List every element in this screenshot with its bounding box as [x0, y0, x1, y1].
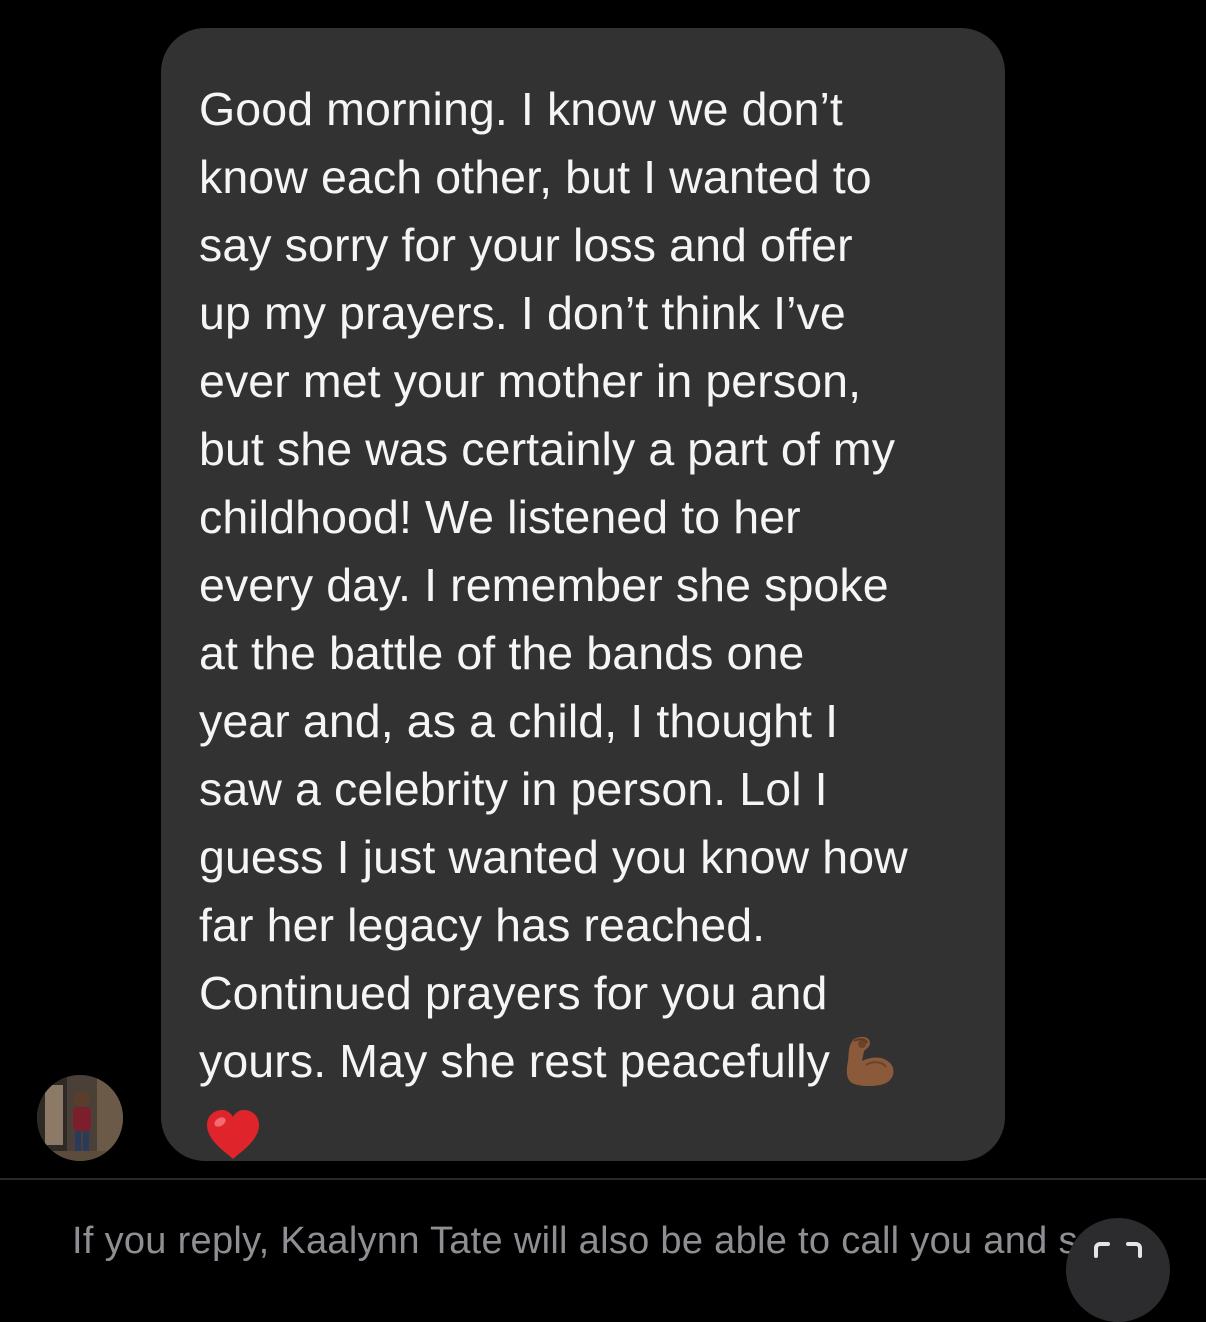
flexed-biceps-icon [840, 1031, 900, 1091]
message-body: Good morning. I know we don’t know each … [199, 83, 908, 1087]
message-thread: Good morning. I know we don’t know each … [0, 0, 1206, 1178]
sender-avatar[interactable] [37, 1075, 123, 1161]
scan-icon [1094, 1242, 1142, 1258]
scan-button[interactable] [1066, 1218, 1170, 1322]
message-request-footer: If you reply, Kaalynn Tate will also be … [0, 1180, 1206, 1322]
message-bubble[interactable]: Good morning. I know we don’t know each … [161, 28, 1005, 1161]
avatar-photo [37, 1075, 123, 1161]
reply-notice: If you reply, Kaalynn Tate will also be … [72, 1220, 1078, 1262]
message-text: Good morning. I know we don’t know each … [199, 75, 965, 1165]
red-heart-icon [203, 1105, 263, 1165]
